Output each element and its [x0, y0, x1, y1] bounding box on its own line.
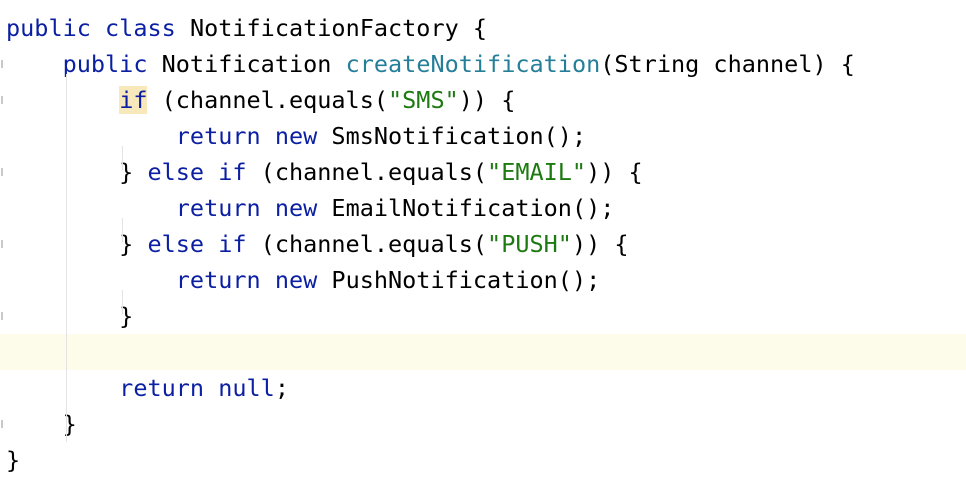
code-line[interactable]: return new PushNotification(); — [0, 262, 966, 298]
code-line[interactable]: return new SmsNotification(); — [0, 118, 966, 154]
fold-marker-icon[interactable] — [1, 420, 3, 428]
code-line-text: if (channel.equals("SMS")) { — [6, 82, 515, 118]
code-token: public — [6, 50, 162, 78]
code-token: ; — [274, 374, 289, 402]
code-token: )) { — [586, 158, 643, 186]
code-line[interactable]: } else if (channel.equals("PUSH")) { — [0, 226, 966, 262]
code-line-text: return new EmailNotification(); — [6, 190, 615, 226]
code-token: return new — [6, 194, 332, 222]
code-line-text: public class NotificationFactory { — [6, 10, 487, 46]
code-token: (channel.equals( — [260, 230, 488, 258]
code-line-text: return new SmsNotification(); — [6, 118, 586, 154]
code-token: PushNotification(); — [331, 266, 601, 294]
fold-marker-icon[interactable] — [1, 96, 3, 104]
code-line-text: } — [6, 298, 133, 334]
indent-guide — [122, 290, 123, 314]
code-token: } — [6, 158, 148, 186]
code-line-text: } — [6, 442, 20, 478]
code-line[interactable]: return new EmailNotification(); — [0, 190, 966, 226]
code-token: (String channel) { — [600, 50, 855, 78]
code-token: (channel.equals( — [260, 158, 488, 186]
code-token: )) { — [458, 86, 516, 114]
code-line[interactable]: public Notification createNotification(S… — [0, 46, 966, 82]
code-token: } — [6, 446, 21, 474]
code-token: (channel.equals( — [147, 86, 389, 114]
code-token: "SMS" — [388, 86, 459, 114]
code-line[interactable]: public class NotificationFactory { — [0, 10, 966, 46]
code-line-text: } else if (channel.equals("PUSH")) { — [6, 226, 629, 262]
code-token: public class — [6, 14, 190, 42]
code-token: } — [6, 230, 148, 258]
indent-guide — [122, 218, 123, 242]
code-token: SmsNotification(); — [331, 122, 587, 150]
code-line[interactable]: } — [0, 406, 966, 442]
code-line[interactable]: } — [0, 442, 966, 478]
code-token: NotificationFactory { — [189, 14, 488, 42]
code-line[interactable]: if (channel.equals("SMS")) { — [0, 82, 966, 118]
code-line-text: public Notification createNotification(S… — [6, 46, 855, 82]
indent-guide — [66, 74, 67, 442]
code-token: if — [119, 86, 148, 114]
fold-marker-icon[interactable] — [1, 240, 3, 248]
code-token: return new — [6, 266, 332, 294]
code-token: "PUSH" — [487, 230, 572, 258]
fold-marker-icon[interactable] — [1, 312, 3, 320]
current-line[interactable] — [0, 334, 966, 370]
code-token: )) { — [571, 230, 629, 258]
code-line-text: return new PushNotification(); — [6, 262, 600, 298]
code-token: else if — [147, 158, 261, 186]
code-editor[interactable]: } } return null; } return new PushNotifi… — [0, 10, 966, 484]
code-line[interactable]: } else if (channel.equals("EMAIL")) { — [0, 154, 966, 190]
indent-guide — [122, 146, 123, 170]
code-line-text: } else if (channel.equals("EMAIL")) { — [6, 154, 643, 190]
code-token: return null — [6, 374, 275, 402]
code-token: else if — [147, 230, 261, 258]
code-token: createNotification — [345, 50, 601, 78]
code-token: "EMAIL" — [487, 158, 587, 186]
code-line[interactable]: return null; — [0, 370, 966, 406]
code-token: } — [6, 302, 134, 330]
fold-marker-icon[interactable] — [1, 60, 3, 68]
code-token: return new — [6, 122, 332, 150]
fold-marker-icon[interactable] — [1, 168, 3, 176]
code-line-text: return null; — [6, 370, 289, 406]
code-line[interactable]: } — [0, 298, 966, 334]
code-token: Notification — [161, 50, 346, 78]
code-token: EmailNotification(); — [331, 194, 615, 222]
